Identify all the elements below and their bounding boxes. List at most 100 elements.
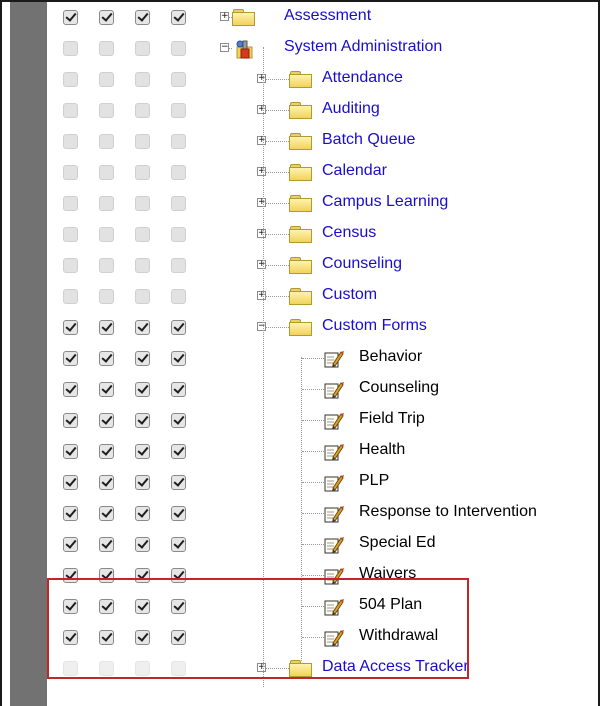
tree-item-label[interactable]: Response to Intervention [359,503,537,521]
permission-checkbox-d[interactable] [171,227,186,242]
expand-icon[interactable]: + [257,167,266,176]
tree-item-label[interactable]: Custom [322,286,377,304]
permission-checkbox-r[interactable] [63,506,78,521]
permission-checkbox-a[interactable] [135,289,150,304]
permission-checkbox-a[interactable] [135,10,150,25]
permission-checkbox-w[interactable] [99,10,114,25]
tree-item-label[interactable]: Field Trip [359,410,425,428]
permission-checkbox-d[interactable] [171,413,186,428]
permission-checkbox-a[interactable] [135,165,150,180]
permission-checkbox-r[interactable] [63,134,78,149]
permission-checkbox-r[interactable] [63,413,78,428]
permission-checkbox-w[interactable] [99,258,114,273]
tree-item-label[interactable]: Behavior [359,348,422,366]
tree-item-label[interactable]: Attendance [322,69,403,87]
permission-checkbox-d[interactable] [171,475,186,490]
permission-checkbox-a[interactable] [135,72,150,87]
permission-checkbox-d[interactable] [171,196,186,211]
permission-checkbox-r[interactable] [63,289,78,304]
permission-checkbox-w[interactable] [99,103,114,118]
permission-checkbox-a[interactable] [135,506,150,521]
tree-item-label[interactable]: PLP [359,472,389,490]
permission-checkbox-w[interactable] [99,227,114,242]
tree-item-label[interactable]: Calendar [322,162,387,180]
permission-checkbox-w[interactable] [99,537,114,552]
tree-item-label[interactable]: System Administration [284,38,442,56]
permission-checkbox-a[interactable] [135,444,150,459]
permission-checkbox-a[interactable] [135,134,150,149]
permission-checkbox-r[interactable] [63,351,78,366]
collapse-icon[interactable]: − [220,43,229,52]
permission-checkbox-a[interactable] [135,227,150,242]
tree-item-label[interactable]: Campus Learning [322,193,448,211]
tree-item-label[interactable]: Counseling [359,379,439,397]
permission-checkbox-r[interactable] [63,72,78,87]
permission-checkbox-w[interactable] [99,382,114,397]
permission-checkbox-r[interactable] [63,382,78,397]
tree-item-label[interactable]: Batch Queue [322,131,415,149]
permission-checkbox-r[interactable] [63,165,78,180]
tree-item-label[interactable]: Health [359,441,405,459]
expand-icon[interactable]: + [257,260,266,269]
expand-icon[interactable]: + [257,74,266,83]
permission-checkbox-w[interactable] [99,506,114,521]
permission-checkbox-a[interactable] [135,537,150,552]
permission-checkbox-a[interactable] [135,103,150,118]
permission-checkbox-r[interactable] [63,196,78,211]
permission-checkbox-r[interactable] [63,41,78,56]
permission-checkbox-a[interactable] [135,351,150,366]
permission-checkbox-w[interactable] [99,41,114,56]
permission-checkbox-d[interactable] [171,506,186,521]
permission-checkbox-w[interactable] [99,413,114,428]
permission-checkbox-r[interactable] [63,258,78,273]
permission-checkbox-r[interactable] [63,103,78,118]
permission-checkbox-w[interactable] [99,475,114,490]
tree-item-label[interactable]: Special Ed [359,534,436,552]
permission-checkbox-d[interactable] [171,41,186,56]
permission-checkbox-w[interactable] [99,196,114,211]
permission-checkbox-r[interactable] [63,537,78,552]
permission-checkbox-w[interactable] [99,72,114,87]
permission-checkbox-w[interactable] [99,351,114,366]
permission-checkbox-a[interactable] [135,413,150,428]
permission-checkbox-w[interactable] [99,134,114,149]
expand-icon[interactable]: + [257,198,266,207]
tree-item-label[interactable]: Custom Forms [322,317,427,335]
permission-checkbox-d[interactable] [171,382,186,397]
permission-checkbox-r[interactable] [63,475,78,490]
permission-checkbox-a[interactable] [135,382,150,397]
permission-checkbox-d[interactable] [171,72,186,87]
permission-checkbox-w[interactable] [99,165,114,180]
permission-checkbox-w[interactable] [99,289,114,304]
expand-icon[interactable]: + [257,229,266,238]
permission-checkbox-d[interactable] [171,10,186,25]
permission-checkbox-w[interactable] [99,444,114,459]
tree-item-label[interactable]: Census [322,224,376,242]
permission-checkbox-a[interactable] [135,320,150,335]
permission-checkbox-r[interactable] [63,444,78,459]
permission-checkbox-d[interactable] [171,351,186,366]
expand-icon[interactable]: + [257,291,266,300]
tree-item-label[interactable]: Auditing [322,100,380,118]
permission-checkbox-d[interactable] [171,258,186,273]
expand-icon[interactable]: + [257,136,266,145]
permission-checkbox-r[interactable] [63,227,78,242]
permission-checkbox-d[interactable] [171,289,186,304]
permission-checkbox-w[interactable] [99,320,114,335]
expand-icon[interactable]: + [257,105,266,114]
tree-item-label[interactable]: Counseling [322,255,402,273]
permission-checkbox-d[interactable] [171,134,186,149]
tree-item-label[interactable]: Assessment [284,7,371,25]
permission-checkbox-d[interactable] [171,320,186,335]
permission-checkbox-d[interactable] [171,444,186,459]
permission-checkbox-r[interactable] [63,320,78,335]
permission-checkbox-a[interactable] [135,196,150,211]
permission-checkbox-d[interactable] [171,103,186,118]
collapse-icon[interactable]: − [257,322,266,331]
permission-checkbox-r[interactable] [63,10,78,25]
permission-checkbox-a[interactable] [135,258,150,273]
permission-checkbox-a[interactable] [135,41,150,56]
permission-checkbox-d[interactable] [171,537,186,552]
expand-icon[interactable]: + [220,12,229,21]
permission-checkbox-d[interactable] [171,165,186,180]
